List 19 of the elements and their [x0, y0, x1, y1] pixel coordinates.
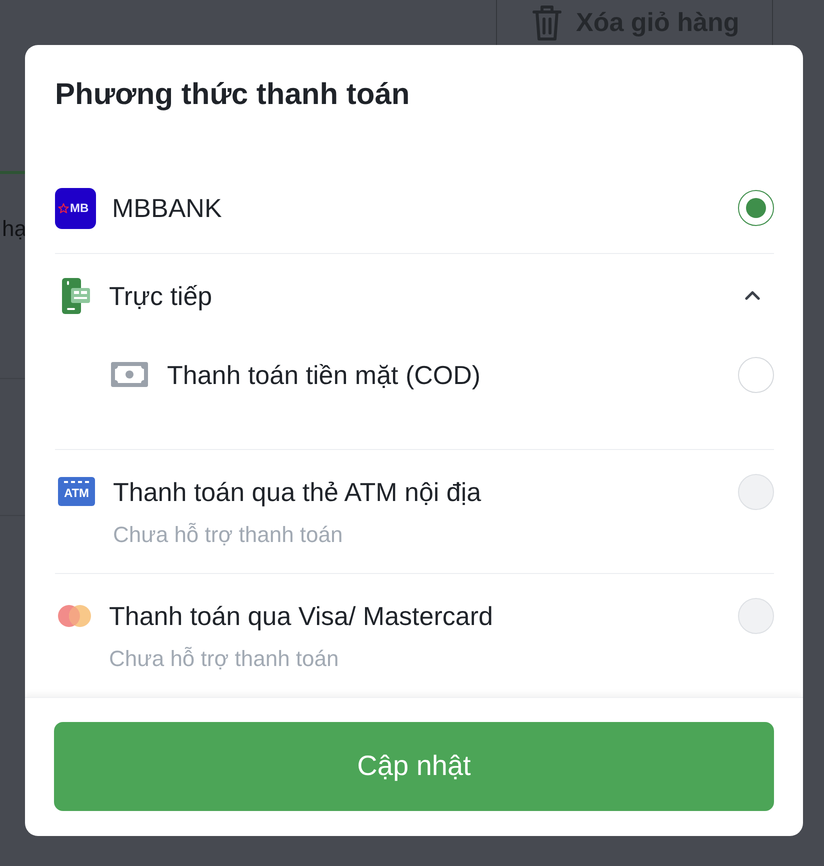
method-note: Chưa hỗ trợ thanh toán	[109, 646, 339, 672]
radio-button[interactable]	[738, 190, 774, 226]
method-label: Thanh toán qua Visa/ Mastercard	[109, 600, 493, 632]
phone-card-icon	[62, 278, 90, 314]
method-note: Chưa hỗ trợ thanh toán	[113, 522, 343, 548]
method-label: Trực tiếp	[109, 280, 212, 312]
method-label: MBBANK	[112, 192, 222, 225]
logo-text: ATM	[64, 486, 90, 501]
method-label: Thanh toán qua thẻ ATM nội địa	[113, 476, 482, 508]
tab-label[interactable]: hạ	[2, 214, 25, 244]
chevron-up-icon[interactable]	[745, 290, 760, 300]
logo-text: MB	[70, 201, 89, 215]
update-button[interactable]: Cập nhật	[54, 722, 774, 810]
trash-icon	[532, 4, 562, 42]
star-icon	[58, 202, 69, 214]
dialog-title: Phương thức thanh toán	[54, 77, 411, 113]
method-label: Thanh toán tiền mặt (COD)	[167, 358, 481, 392]
banknote-icon	[111, 362, 148, 387]
card-circles-icon	[58, 604, 91, 626]
